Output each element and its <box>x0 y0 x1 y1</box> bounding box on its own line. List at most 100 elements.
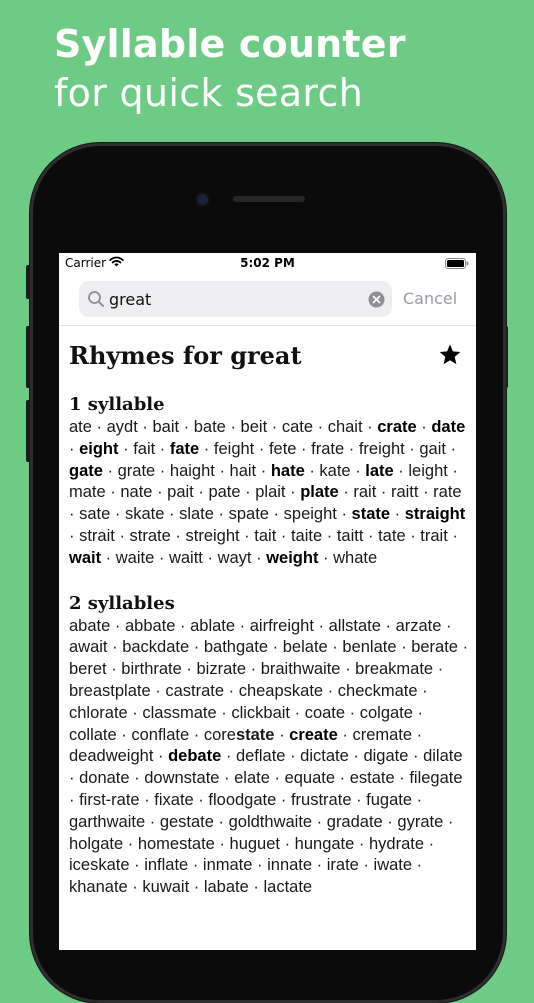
rhyme-word[interactable]: wayt <box>218 549 252 567</box>
rhyme-word[interactable]: hydrate <box>369 835 424 853</box>
rhyme-word[interactable]: crate <box>377 418 416 436</box>
rhyme-word[interactable]: bate <box>194 418 226 436</box>
rhyme-word[interactable]: digate <box>363 747 408 765</box>
rhyme-word[interactable]: allstate <box>329 617 381 635</box>
cancel-button[interactable]: Cancel <box>403 289 457 308</box>
rhyme-word[interactable]: grate <box>118 462 156 480</box>
rhyme-word[interactable]: kuwait <box>142 878 189 896</box>
rhyme-word[interactable]: cheapskate <box>239 682 323 700</box>
rhyme-word[interactable]: goldthwaite <box>229 813 312 831</box>
rhyme-word[interactable]: plate <box>300 483 339 501</box>
rhyme-word[interactable]: plait <box>255 483 285 501</box>
rhyme-word[interactable]: elate <box>234 769 270 787</box>
rhyme-word[interactable]: leight <box>408 462 447 480</box>
favorite-star-icon[interactable] <box>438 343 462 367</box>
rhyme-word[interactable]: downstate <box>144 769 219 787</box>
rhyme-word[interactable]: tate <box>378 527 406 545</box>
rhyme-word[interactable]: clickbait <box>231 704 290 722</box>
rhyme-word[interactable]: irate <box>327 856 359 874</box>
rhyme-word[interactable]: abate <box>69 617 110 635</box>
rhyme-word[interactable]: berate <box>411 638 458 656</box>
rhyme-word[interactable]: cate <box>282 418 313 436</box>
rhyme-word[interactable]: fate <box>170 440 199 458</box>
rhyme-word[interactable]: gestate <box>160 813 214 831</box>
rhyme-word[interactable]: waite <box>116 549 155 567</box>
rhyme-word[interactable]: late <box>365 462 393 480</box>
rhyme-word[interactable]: breakmate <box>355 660 433 678</box>
rhyme-word[interactable]: freight <box>359 440 405 458</box>
rhyme-word[interactable]: castrate <box>165 682 224 700</box>
rhyme-word[interactable]: spate <box>229 505 269 523</box>
rhyme-word[interactable]: whate <box>333 549 377 567</box>
rhyme-word[interactable]: garthwaite <box>69 813 145 831</box>
rhyme-word[interactable]: benlate <box>342 638 396 656</box>
rhyme-word[interactable]: corestate <box>204 726 275 744</box>
rhyme-word[interactable]: deadweight <box>69 747 153 765</box>
rhyme-word[interactable]: floodgate <box>208 791 276 809</box>
rhyme-word[interactable]: sate <box>79 505 110 523</box>
rhyme-word[interactable]: ablate <box>190 617 235 635</box>
rhyme-word[interactable]: backdate <box>122 638 189 656</box>
rhyme-word[interactable]: wait <box>69 549 101 567</box>
rhyme-word[interactable]: fugate <box>366 791 412 809</box>
rhyme-word[interactable]: checkmate <box>338 682 418 700</box>
rhyme-word[interactable]: inmate <box>203 856 253 874</box>
rhyme-word[interactable]: frustrate <box>291 791 352 809</box>
rhyme-word[interactable]: belate <box>283 638 328 656</box>
clear-search-icon[interactable] <box>368 291 385 308</box>
rhyme-word[interactable]: pate <box>208 483 240 501</box>
rhyme-word[interactable]: bathgate <box>204 638 268 656</box>
rhyme-word[interactable]: breastplate <box>69 682 151 700</box>
rhyme-word[interactable]: inflate <box>144 856 188 874</box>
rhyme-word[interactable]: first-rate <box>79 791 140 809</box>
rhyme-word[interactable]: arzate <box>396 617 442 635</box>
rhyme-word[interactable]: nate <box>120 483 152 501</box>
rhyme-word[interactable]: donate <box>79 769 129 787</box>
rhyme-word[interactable]: fait <box>133 440 155 458</box>
rhyme-word[interactable]: ate <box>69 418 92 436</box>
rhyme-word[interactable]: fixate <box>154 791 193 809</box>
rhyme-word[interactable]: bizrate <box>196 660 246 678</box>
rhyme-word[interactable]: aydt <box>107 418 138 436</box>
rhyme-word[interactable]: gradate <box>327 813 383 831</box>
rhyme-word[interactable]: chlorate <box>69 704 128 722</box>
rhyme-word[interactable]: frate <box>311 440 344 458</box>
rhyme-word[interactable]: await <box>69 638 108 656</box>
rhyme-word[interactable]: beret <box>69 660 107 678</box>
search-bar[interactable] <box>79 281 392 317</box>
rhyme-word[interactable]: raitt <box>391 483 419 501</box>
rhyme-word[interactable]: rait <box>353 483 376 501</box>
rhyme-word[interactable]: gate <box>69 462 103 480</box>
rhyme-word[interactable]: streight <box>185 527 239 545</box>
rhyme-word[interactable]: iwate <box>374 856 413 874</box>
rhyme-word[interactable]: pait <box>167 483 194 501</box>
rhyme-word[interactable]: airfreight <box>250 617 314 635</box>
rhyme-word[interactable]: tait <box>254 527 276 545</box>
rhyme-word[interactable]: feight <box>214 440 254 458</box>
rhyme-word[interactable]: gait <box>419 440 446 458</box>
rhyme-word[interactable]: slate <box>179 505 214 523</box>
rhyme-word[interactable]: colgate <box>360 704 413 722</box>
rhyme-word[interactable]: lactate <box>263 878 312 896</box>
rhyme-word[interactable]: hait <box>230 462 257 480</box>
search-input[interactable] <box>109 281 359 317</box>
rhyme-word[interactable]: taite <box>291 527 322 545</box>
rhyme-word[interactable]: classmate <box>142 704 216 722</box>
rhyme-word[interactable]: chait <box>328 418 363 436</box>
rhyme-word[interactable]: strate <box>130 527 171 545</box>
rhyme-word[interactable]: collate <box>69 726 117 744</box>
rhyme-word[interactable]: hate <box>271 462 305 480</box>
rhyme-word[interactable]: haight <box>170 462 215 480</box>
rhyme-word[interactable]: holgate <box>69 835 123 853</box>
rhyme-word[interactable]: abbate <box>125 617 175 635</box>
rhyme-word[interactable]: equate <box>285 769 335 787</box>
rhyme-word[interactable]: kate <box>319 462 350 480</box>
rhyme-word[interactable]: hungate <box>295 835 355 853</box>
rhyme-word[interactable]: dictate <box>300 747 349 765</box>
rhyme-word[interactable]: date <box>431 418 465 436</box>
rhyme-word[interactable]: birthrate <box>121 660 182 678</box>
rhyme-word[interactable]: estate <box>350 769 395 787</box>
rhyme-word[interactable]: fete <box>269 440 297 458</box>
rhyme-word[interactable]: deflate <box>236 747 286 765</box>
rhyme-word[interactable]: straight <box>405 505 466 523</box>
